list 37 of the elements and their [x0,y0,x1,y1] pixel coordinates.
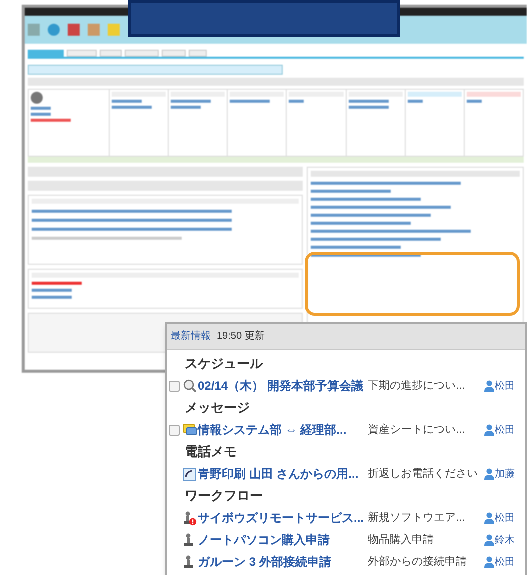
checkbox[interactable] [169,424,180,436]
item-description: 資産シートについ... [368,422,466,438]
user-link[interactable]: 松田 [484,378,515,394]
user-icon [484,512,495,524]
user-link[interactable]: 加藤 [484,466,515,482]
item-description: 折返しお電話ください [368,466,479,482]
section-heading: メッセージ [184,399,250,417]
user-link[interactable]: 松田 [484,510,515,526]
item-link[interactable]: 情報システム部 ⇔ 経理部... [198,421,364,439]
user-icon [484,424,495,436]
item-description: 物品購入申請 [368,532,435,548]
item-link[interactable]: ノートパソコン購入申請 [198,531,364,549]
phone-memo-icon [183,468,196,480]
message-icon [183,424,197,436]
checkbox[interactable] [169,380,180,392]
user-icon [484,534,495,546]
user-icon [484,468,495,480]
stamp-icon [183,555,194,569]
user-link[interactable]: 鈴木 [484,532,515,548]
user-link[interactable]: 松田 [484,422,515,438]
update-time: 19:50 更新 [217,330,265,344]
workflow-alert-icon [183,510,197,526]
item-link[interactable]: サイボウズリモートサービス... [198,509,364,527]
item-link[interactable]: 02/14（木） 開発本部予算会議 [198,377,364,395]
section-heading: 電話メモ [184,443,237,461]
panel-title[interactable]: 最新情報 [171,329,211,344]
item-description: 下期の進捗につい... [368,378,466,394]
section-heading: ワークフロー [184,487,263,505]
user-link[interactable]: 松田 [484,554,515,570]
item-description: 新規ソフトウエア... [368,510,466,526]
item-link[interactable]: ガルーン 3 外部接続申請 [198,553,364,571]
section-heading: スケジュール [184,355,263,373]
user-icon [484,556,495,568]
item-description: 外部からの接続申請 [368,554,468,570]
user-icon [484,380,495,392]
item-link[interactable]: 青野印刷 山田 さんからの用... [198,465,364,483]
stamp-icon [183,533,194,547]
